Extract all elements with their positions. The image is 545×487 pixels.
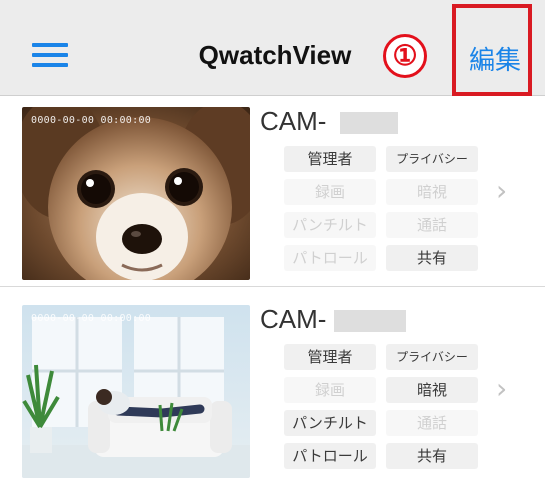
night-vision-badge: 暗視 bbox=[386, 377, 478, 403]
chevron-right-icon[interactable]: › bbox=[496, 372, 507, 405]
patrol-badge: パトロール bbox=[284, 443, 376, 469]
share-badge: 共有 bbox=[386, 245, 478, 271]
record-badge: 録画 bbox=[284, 179, 376, 205]
talk-badge: 通話 bbox=[386, 410, 478, 436]
chevron-right-icon[interactable]: › bbox=[496, 174, 507, 207]
app: QwatchView ① 編集 0000-00-00 00:00:00 CAM-… bbox=[0, 0, 545, 487]
privacy-badge: プライバシー bbox=[386, 344, 478, 370]
share-badge: 共有 bbox=[386, 443, 478, 469]
step-number-marker: ① bbox=[383, 34, 427, 78]
redacted-name bbox=[334, 310, 406, 332]
patrol-badge: パトロール bbox=[284, 245, 376, 271]
camera-list-item[interactable]: 0000-00-00 00:00:00 CAM- 管理者 プライバシー 録画 暗… bbox=[0, 96, 545, 287]
timestamp-overlay: 0000-00-00 00:00:00 bbox=[31, 313, 152, 324]
navigation-bar: QwatchView ① 編集 bbox=[0, 0, 545, 96]
admin-badge: 管理者 bbox=[284, 146, 376, 172]
menu-icon[interactable] bbox=[32, 43, 68, 69]
timestamp-overlay: 0000-00-00 00:00:00 bbox=[31, 115, 152, 126]
camera-thumbnail[interactable]: 0000-00-00 00:00:00 bbox=[22, 107, 250, 280]
redacted-name bbox=[340, 112, 398, 134]
night-vision-badge: 暗視 bbox=[386, 179, 478, 205]
camera-thumbnail[interactable]: 0000-00-00 00:00:00 bbox=[22, 305, 250, 478]
pan-tilt-badge: パンチルト bbox=[284, 410, 376, 436]
camera-list-item[interactable]: 0000-00-00 00:00:00 CAM- 管理者 プライバシー 録画 暗… bbox=[0, 294, 545, 484]
camera-name: CAM- bbox=[260, 106, 327, 136]
page-title: QwatchView bbox=[198, 40, 352, 70]
record-badge: 録画 bbox=[284, 377, 376, 403]
talk-badge: 通話 bbox=[386, 212, 478, 238]
edit-button[interactable]: 編集 bbox=[463, 40, 527, 77]
camera-name: CAM- bbox=[260, 304, 327, 334]
privacy-badge: プライバシー bbox=[386, 146, 478, 172]
pan-tilt-badge: パンチルト bbox=[284, 212, 376, 238]
admin-badge: 管理者 bbox=[284, 344, 376, 370]
